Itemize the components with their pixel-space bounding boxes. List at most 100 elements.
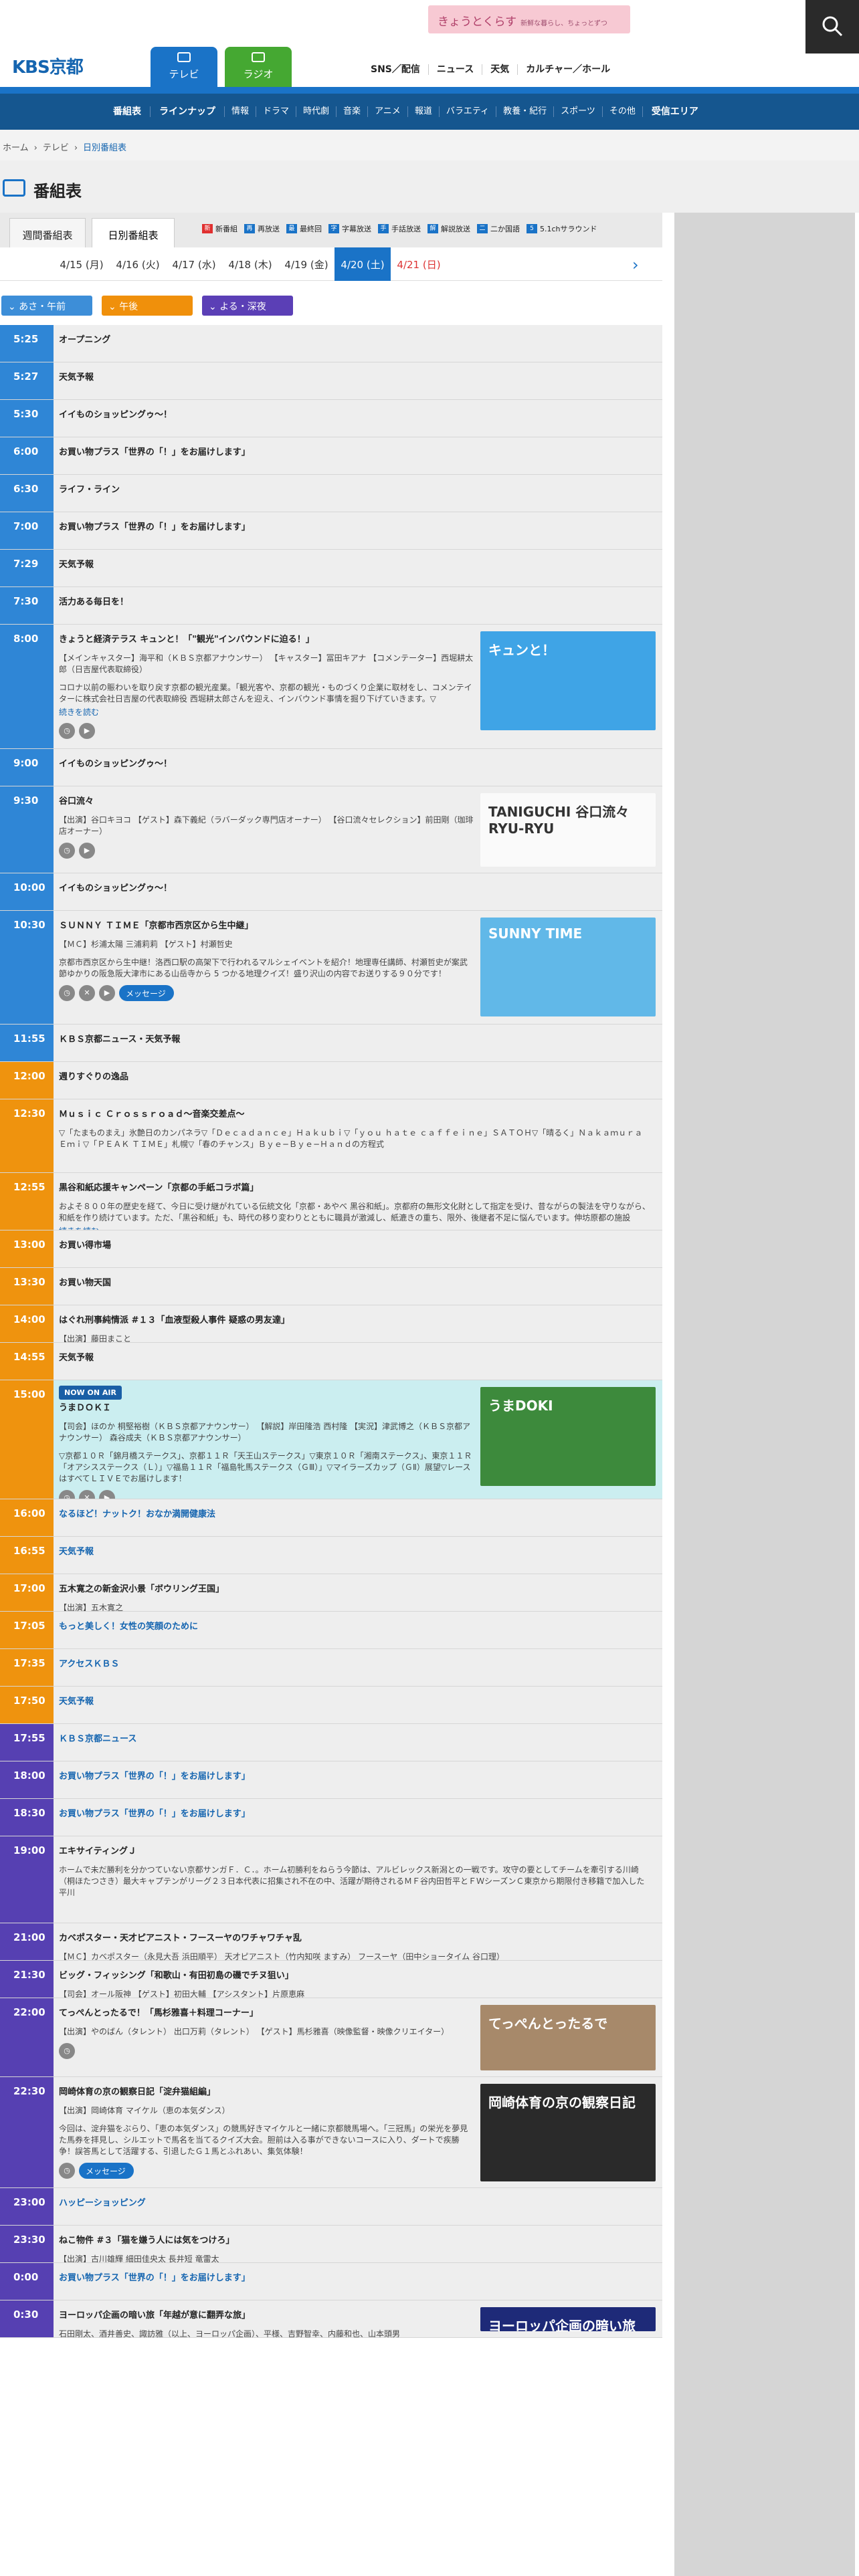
program-title[interactable]: イイものショッピングゥ〜！ <box>59 409 651 421</box>
breadcrumb-item[interactable]: テレビ <box>43 143 69 153</box>
filter-afternoon[interactable]: ⌄ 午後 <box>102 296 193 316</box>
read-more-link[interactable]: 続きを読む <box>59 1225 651 1230</box>
program-title[interactable]: オープニング <box>59 334 651 346</box>
program-title[interactable]: エキサイティングＪ <box>59 1846 651 1858</box>
program-title[interactable]: お買い物プラス「世界の「！」をお届けします」 <box>59 2272 651 2284</box>
calendar-icon[interactable]: ◷ <box>59 2163 75 2179</box>
program-thumbnail[interactable]: TANIGUCHI 谷口流々 RYU-RYU <box>480 793 656 867</box>
program-title[interactable]: お買い物プラス「世界の「！」をお届けします」 <box>59 447 651 459</box>
program-title[interactable]: ＫＢＳ京都ニュース <box>59 1733 651 1745</box>
program-title[interactable]: イイものショッピングゥ〜！ <box>59 883 651 895</box>
filter-morning[interactable]: ⌄ あさ・午前 <box>1 296 92 316</box>
mainnav-item[interactable]: バラエティ <box>440 106 497 117</box>
chevron-right-icon[interactable]: › <box>632 255 639 274</box>
program-title[interactable]: うまＤＯＫＩ <box>59 1402 474 1414</box>
program-title[interactable]: 天気予報 <box>59 1546 651 1558</box>
date-tab[interactable]: 4/21 (日) <box>391 247 447 281</box>
program-title[interactable]: 天気予報 <box>59 1352 651 1364</box>
program-title[interactable]: なるほど！ナットク！おなか満開健康法 <box>59 1509 651 1521</box>
program-title[interactable]: 天気予報 <box>59 559 651 571</box>
mainnav-item[interactable]: 報道 <box>408 106 440 117</box>
topnav-item[interactable]: SNS／配信 <box>363 64 428 75</box>
topnav-item[interactable]: ニュース <box>427 64 482 75</box>
calendar-icon[interactable]: ◷ <box>59 2043 75 2059</box>
program-title[interactable]: 週りすぐりの逸品 <box>59 1071 651 1083</box>
message-button[interactable]: メッセージ <box>119 985 174 1001</box>
filter-evening[interactable]: ⌄ よる・深夜 <box>202 296 293 316</box>
program-title[interactable]: 五木寛之の新金沢小景「ボウリング王国」 <box>59 1584 651 1596</box>
program-title[interactable]: お買い物プラス「世界の「！」をお届けします」 <box>59 1771 651 1783</box>
youtube-icon[interactable]: ▶ <box>79 843 95 859</box>
promo-banner[interactable]: きょうとくらす 新鮮な暮らし、ちょっとずつ <box>428 5 630 33</box>
calendar-icon[interactable]: ◷ <box>59 1490 75 1499</box>
search-button[interactable] <box>805 0 859 53</box>
program-title[interactable]: 谷口流々 <box>59 796 474 808</box>
program-title[interactable]: お買い得市場 <box>59 1240 651 1252</box>
program-title[interactable]: 黒谷和紙応援キャンペーン「京都の手紙コラボ篇」 <box>59 1182 651 1194</box>
program-thumbnail[interactable]: てっぺんとったるで <box>480 2005 656 2070</box>
program-title[interactable]: 活力ある毎日を！ <box>59 597 651 609</box>
program-title[interactable]: てっぺんとったるで！「馬杉雅喜＋料理コーナー」 <box>59 2008 474 2020</box>
date-tab[interactable]: 4/15 (月) <box>54 247 110 281</box>
program-title[interactable]: イイものショッピングゥ〜！ <box>59 758 651 770</box>
site-logo[interactable]: KBS京都 <box>12 53 84 78</box>
calendar-icon[interactable]: ◷ <box>59 843 75 859</box>
program-title[interactable]: カベポスター・天才ピアニスト・フースーヤのワチャワチャ乱 <box>59 1933 651 1945</box>
mainnav-item[interactable]: アニメ <box>368 106 408 117</box>
youtube-icon[interactable]: ▶ <box>99 985 115 1001</box>
mainnav-item[interactable]: ラインナップ <box>151 106 225 117</box>
x-icon[interactable]: ✕ <box>79 1490 95 1499</box>
program-title[interactable]: もっと美しく！女性の笑顔のために <box>59 1621 651 1633</box>
program-title[interactable]: 天気予報 <box>59 1696 651 1708</box>
program-thumbnail[interactable]: うまDOKI <box>480 1387 656 1486</box>
youtube-icon[interactable]: ▶ <box>99 1490 115 1499</box>
calendar-icon[interactable]: ◷ <box>59 723 75 739</box>
topnav-item[interactable]: 天気 <box>482 64 517 75</box>
mainnav-item[interactable]: 番組表 <box>104 106 151 117</box>
date-tab[interactable]: 4/16 (火) <box>110 247 166 281</box>
read-more-link[interactable]: 続きを読む <box>59 706 474 718</box>
mainnav-item[interactable]: その他 <box>603 106 643 117</box>
program-title[interactable]: お買い物天国 <box>59 1277 651 1289</box>
program-title[interactable]: 岡崎体育の京の観察日記「淀弁猫組編」 <box>59 2086 474 2099</box>
program-title[interactable]: ライフ・ライン <box>59 484 651 496</box>
tab-radio[interactable]: ラジオ <box>225 47 292 87</box>
breadcrumb-item[interactable]: ホーム <box>3 143 29 153</box>
program-title[interactable]: はぐれ刑事純情派 #１３「血液型殺人事件 疑惑の男友達」 <box>59 1315 651 1327</box>
program-title[interactable]: ＫＢＳ京都ニュース・天気予報 <box>59 1034 651 1046</box>
date-tab[interactable]: 4/19 (金) <box>278 247 335 281</box>
program-title[interactable]: きょうと経済テラス キュンと！「"観光"インバウンドに迫る！」 <box>59 634 474 646</box>
tab-daily[interactable]: 日別番組表 <box>92 218 175 247</box>
tab-tv[interactable]: テレビ <box>151 47 217 87</box>
program-title[interactable]: ＳＵＮＮＹ ＴＩＭＥ「京都市西京区から生中継」 <box>59 920 474 932</box>
program-title[interactable]: ビッグ・フィッシング「和歌山・有田初島の磯でチヌ狙い」 <box>59 1970 651 1982</box>
calendar-icon[interactable]: ◷ <box>59 985 75 1001</box>
mainnav-item[interactable]: 情報 <box>225 106 257 117</box>
program-title[interactable]: お買い物プラス「世界の「！」をお届けします」 <box>59 522 651 534</box>
program-title[interactable]: Ｍｕｓｉｃ Ｃｒｏｓｓｒｏａｄ〜音楽交差点〜 <box>59 1109 651 1121</box>
tab-weekly[interactable]: 週間番組表 <box>9 218 86 247</box>
program-title[interactable]: ねこ物件 #３「猫を嫌う人には気をつけろ」 <box>59 2235 651 2247</box>
x-icon[interactable]: ✕ <box>79 985 95 1001</box>
program-thumbnail[interactable]: ヨーロッパ企画の暗い旅 <box>480 2307 656 2331</box>
program-title[interactable]: アクセスＫＢＳ <box>59 1658 651 1671</box>
topnav-item[interactable]: カルチャー／ホール <box>517 64 618 75</box>
mainnav-item[interactable]: 教養・紀行 <box>496 106 555 117</box>
mainnav-item[interactable]: 音楽 <box>337 106 369 117</box>
mainnav-item[interactable]: スポーツ <box>554 106 603 117</box>
program-title[interactable]: ハッピーショッピング <box>59 2197 651 2210</box>
program-thumbnail[interactable]: 岡崎体育の京の観察日記 <box>480 2084 656 2181</box>
program-title[interactable]: 天気予報 <box>59 372 651 384</box>
program-title[interactable]: お買い物プラス「世界の「！」をお届けします」 <box>59 1808 651 1820</box>
program-thumbnail[interactable]: SUNNY TIME <box>480 918 656 1016</box>
date-tab[interactable]: 4/18 (木) <box>222 247 278 281</box>
mainnav-item[interactable]: 受信エリア <box>643 106 707 117</box>
mainnav-item[interactable]: ドラマ <box>256 106 297 117</box>
program-title[interactable]: ヨーロッパ企画の暗い旅「年越が意に翻弄な旅」 <box>59 2310 474 2322</box>
message-button[interactable]: メッセージ <box>79 2163 134 2179</box>
date-tab[interactable]: 4/20 (土) <box>335 247 391 281</box>
mainnav-item[interactable]: 時代劇 <box>296 106 337 117</box>
date-tab[interactable]: 4/17 (水) <box>166 247 222 281</box>
youtube-icon[interactable]: ▶ <box>79 723 95 739</box>
program-thumbnail[interactable]: キュンと！ <box>480 631 656 730</box>
